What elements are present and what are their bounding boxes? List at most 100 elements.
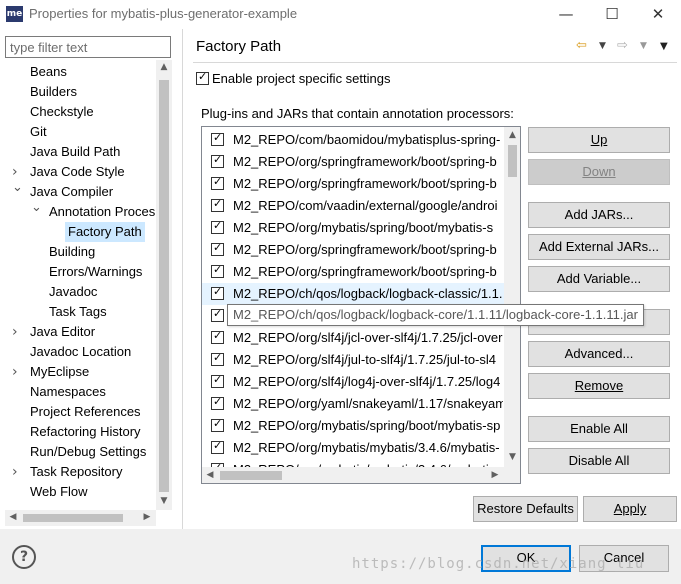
- forward-arrow-icon[interactable]: ⇨: [617, 38, 628, 53]
- add-jars-button[interactable]: Add JARs...: [528, 202, 670, 228]
- filter-input[interactable]: [5, 36, 171, 58]
- jar-row[interactable]: ✓ M2_REPO/org/mybatis/spring/boot/mybatis…: [202, 415, 504, 437]
- back-menu-icon[interactable]: ▼: [599, 41, 606, 51]
- check-icon: ✓: [213, 153, 223, 166]
- minimize-button[interactable]: —: [543, 0, 589, 29]
- tree-item[interactable]: Annotation Proces: [49, 202, 155, 222]
- tree-item[interactable]: Java Code Style: [30, 162, 125, 182]
- tree-item[interactable]: Run/Debug Settings: [30, 442, 146, 462]
- tree-horizontal-scrollbar[interactable]: ◀ ▶: [5, 510, 156, 526]
- jar-row[interactable]: ✓ M2_REPO/ch/qos/logback/logback-classic/…: [202, 283, 504, 305]
- view-menu-icon[interactable]: ▼: [660, 41, 668, 52]
- jar-row[interactable]: ✓ M2_REPO/org/slf4j/jcl-over-slf4j/1.7.25…: [202, 327, 504, 349]
- check-icon: ✓: [213, 219, 223, 232]
- restore-defaults-button[interactable]: Restore Defaults: [473, 496, 578, 522]
- tree-item[interactable]: MyEclipse: [30, 362, 89, 382]
- disable-all-button[interactable]: Disable All: [528, 448, 670, 474]
- expand-arrow-icon[interactable]: ⌄: [31, 198, 42, 218]
- check-icon: ✓: [213, 263, 223, 276]
- jar-row[interactable]: ✓ M2_REPO/org/springframework/boot/spring…: [202, 151, 504, 173]
- tree-item[interactable]: Checkstyle: [30, 102, 94, 122]
- jar-row[interactable]: ✓ M2_REPO/org/mybatis/spring/boot/mybatis…: [202, 217, 504, 239]
- jar-checkbox[interactable]: ✓: [211, 175, 224, 190]
- expand-arrow-icon[interactable]: ⌄: [12, 178, 23, 198]
- scroll-right-arrow-icon[interactable]: ▶: [142, 512, 152, 522]
- tree-item[interactable]: Refactoring History: [30, 422, 141, 442]
- tree-item[interactable]: Project References: [30, 402, 141, 422]
- back-arrow-icon[interactable]: ⇦: [576, 38, 587, 53]
- advanced-button[interactable]: Advanced...: [528, 341, 670, 367]
- jar-checkbox[interactable]: ✓: [211, 351, 224, 366]
- jar-checkbox[interactable]: ✓: [211, 153, 224, 168]
- jar-checkbox[interactable]: ✓: [211, 241, 224, 256]
- down-button[interactable]: Down: [528, 159, 670, 185]
- tree-item[interactable]: Task Tags: [49, 302, 107, 322]
- list-vertical-thumb[interactable]: [508, 145, 517, 177]
- scroll-left-arrow-icon[interactable]: ◀: [8, 512, 18, 522]
- enable-all-button[interactable]: Enable All: [528, 416, 670, 442]
- maximize-button[interactable]: ☐: [589, 0, 635, 29]
- tree-item[interactable]: Builders: [30, 82, 77, 102]
- jar-row[interactable]: ✓ M2_REPO/org/slf4j/log4j-over-slf4j/1.7.…: [202, 371, 504, 393]
- jar-checkbox[interactable]: ✓: [211, 395, 224, 410]
- jar-checkbox[interactable]: ✓: [211, 197, 224, 212]
- jar-path: M2_REPO/org/springframework/boot/spring-…: [233, 154, 497, 169]
- scroll-left-arrow-icon[interactable]: ◀: [205, 470, 215, 480]
- tree-item[interactable]: Namespaces: [30, 382, 106, 402]
- jar-row[interactable]: ✓ M2_REPO/org/springframework/boot/spring…: [202, 173, 504, 195]
- tree-item[interactable]: Java Build Path: [30, 142, 120, 162]
- enable-specific-checkbox[interactable]: ✓: [196, 70, 209, 85]
- tree-item[interactable]: Web Flow: [30, 482, 88, 502]
- collapse-arrow-icon[interactable]: ›: [12, 322, 18, 342]
- tree-item[interactable]: Task Repository: [30, 462, 122, 482]
- tree-item[interactable]: Factory Path: [65, 222, 145, 242]
- tree-item[interactable]: Java Editor: [30, 322, 95, 342]
- scroll-down-arrow-icon[interactable]: ▼: [156, 496, 172, 506]
- jar-checkbox[interactable]: ✓: [211, 263, 224, 278]
- tree-vertical-scrollbar[interactable]: ▲ ▼: [156, 60, 172, 510]
- tree-horizontal-thumb[interactable]: [23, 514, 123, 522]
- jar-row[interactable]: ✓ M2_REPO/com/vaadin/external/google/andr…: [202, 195, 504, 217]
- scroll-right-arrow-icon[interactable]: ▶: [490, 470, 500, 480]
- close-button[interactable]: ✕: [635, 0, 681, 29]
- jar-row[interactable]: ✓ M2_REPO/org/mybatis/mybatis/3.4.6/mybat…: [202, 437, 504, 459]
- up-button[interactable]: Up: [528, 127, 670, 153]
- tree-item[interactable]: Git: [30, 122, 47, 142]
- help-icon[interactable]: ?: [12, 545, 36, 569]
- jar-checkbox[interactable]: ✓: [211, 131, 224, 146]
- jar-checkbox[interactable]: ✓: [211, 219, 224, 234]
- add-external-jars-button[interactable]: Add External JARs...: [528, 234, 670, 260]
- jar-row[interactable]: ✓ M2_REPO/org/springframework/boot/spring…: [202, 239, 504, 261]
- jar-checkbox[interactable]: ✓: [211, 417, 224, 432]
- jar-row[interactable]: ✓ M2_REPO/org/springframework/boot/spring…: [202, 261, 504, 283]
- tree-item[interactable]: Errors/Warnings: [49, 262, 142, 282]
- apply-button[interactable]: Apply: [583, 496, 677, 522]
- tree-item[interactable]: Javadoc: [49, 282, 97, 302]
- jar-checkbox[interactable]: ✓: [211, 285, 224, 300]
- forward-menu-icon[interactable]: ▼: [640, 41, 647, 51]
- tree-item[interactable]: Java Compiler: [30, 182, 113, 202]
- jar-row[interactable]: ✓ M2_REPO/org/slf4j/jul-to-slf4j/1.7.25/j…: [202, 349, 504, 371]
- jar-checkbox[interactable]: ✓: [211, 373, 224, 388]
- add-variable-button[interactable]: Add Variable...: [528, 266, 670, 292]
- jar-row[interactable]: ✓ M2_REPO/com/baomidou/mybatisplus-spring…: [202, 129, 504, 151]
- remove-button[interactable]: Remove: [528, 373, 670, 399]
- tree-item[interactable]: Javadoc Location: [30, 342, 131, 362]
- jar-path: M2_REPO/org/slf4j/jul-to-slf4j/1.7.25/ju…: [233, 352, 496, 367]
- list-horizontal-scrollbar[interactable]: ◀ ▶: [202, 467, 504, 483]
- jar-checkbox[interactable]: ✓: [211, 329, 224, 344]
- panel-divider[interactable]: [182, 29, 183, 529]
- jar-checkbox[interactable]: ✓: [211, 307, 224, 322]
- tree-vertical-thumb[interactable]: [159, 80, 169, 492]
- collapse-arrow-icon[interactable]: ›: [12, 462, 18, 482]
- tree-item[interactable]: Building: [49, 242, 95, 262]
- list-horizontal-thumb[interactable]: [220, 471, 282, 480]
- jar-row[interactable]: ✓ M2_REPO/org/yaml/snakeyaml/1.17/snakeya…: [202, 393, 504, 415]
- scroll-up-arrow-icon[interactable]: ▲: [156, 62, 172, 72]
- tree-item[interactable]: Beans: [30, 62, 67, 82]
- scroll-up-arrow-icon[interactable]: ▲: [504, 130, 520, 140]
- collapse-arrow-icon[interactable]: ›: [12, 362, 18, 382]
- list-vertical-scrollbar[interactable]: ▲ ▼: [504, 127, 520, 467]
- jar-checkbox[interactable]: ✓: [211, 439, 224, 454]
- scroll-down-arrow-icon[interactable]: ▼: [504, 452, 520, 462]
